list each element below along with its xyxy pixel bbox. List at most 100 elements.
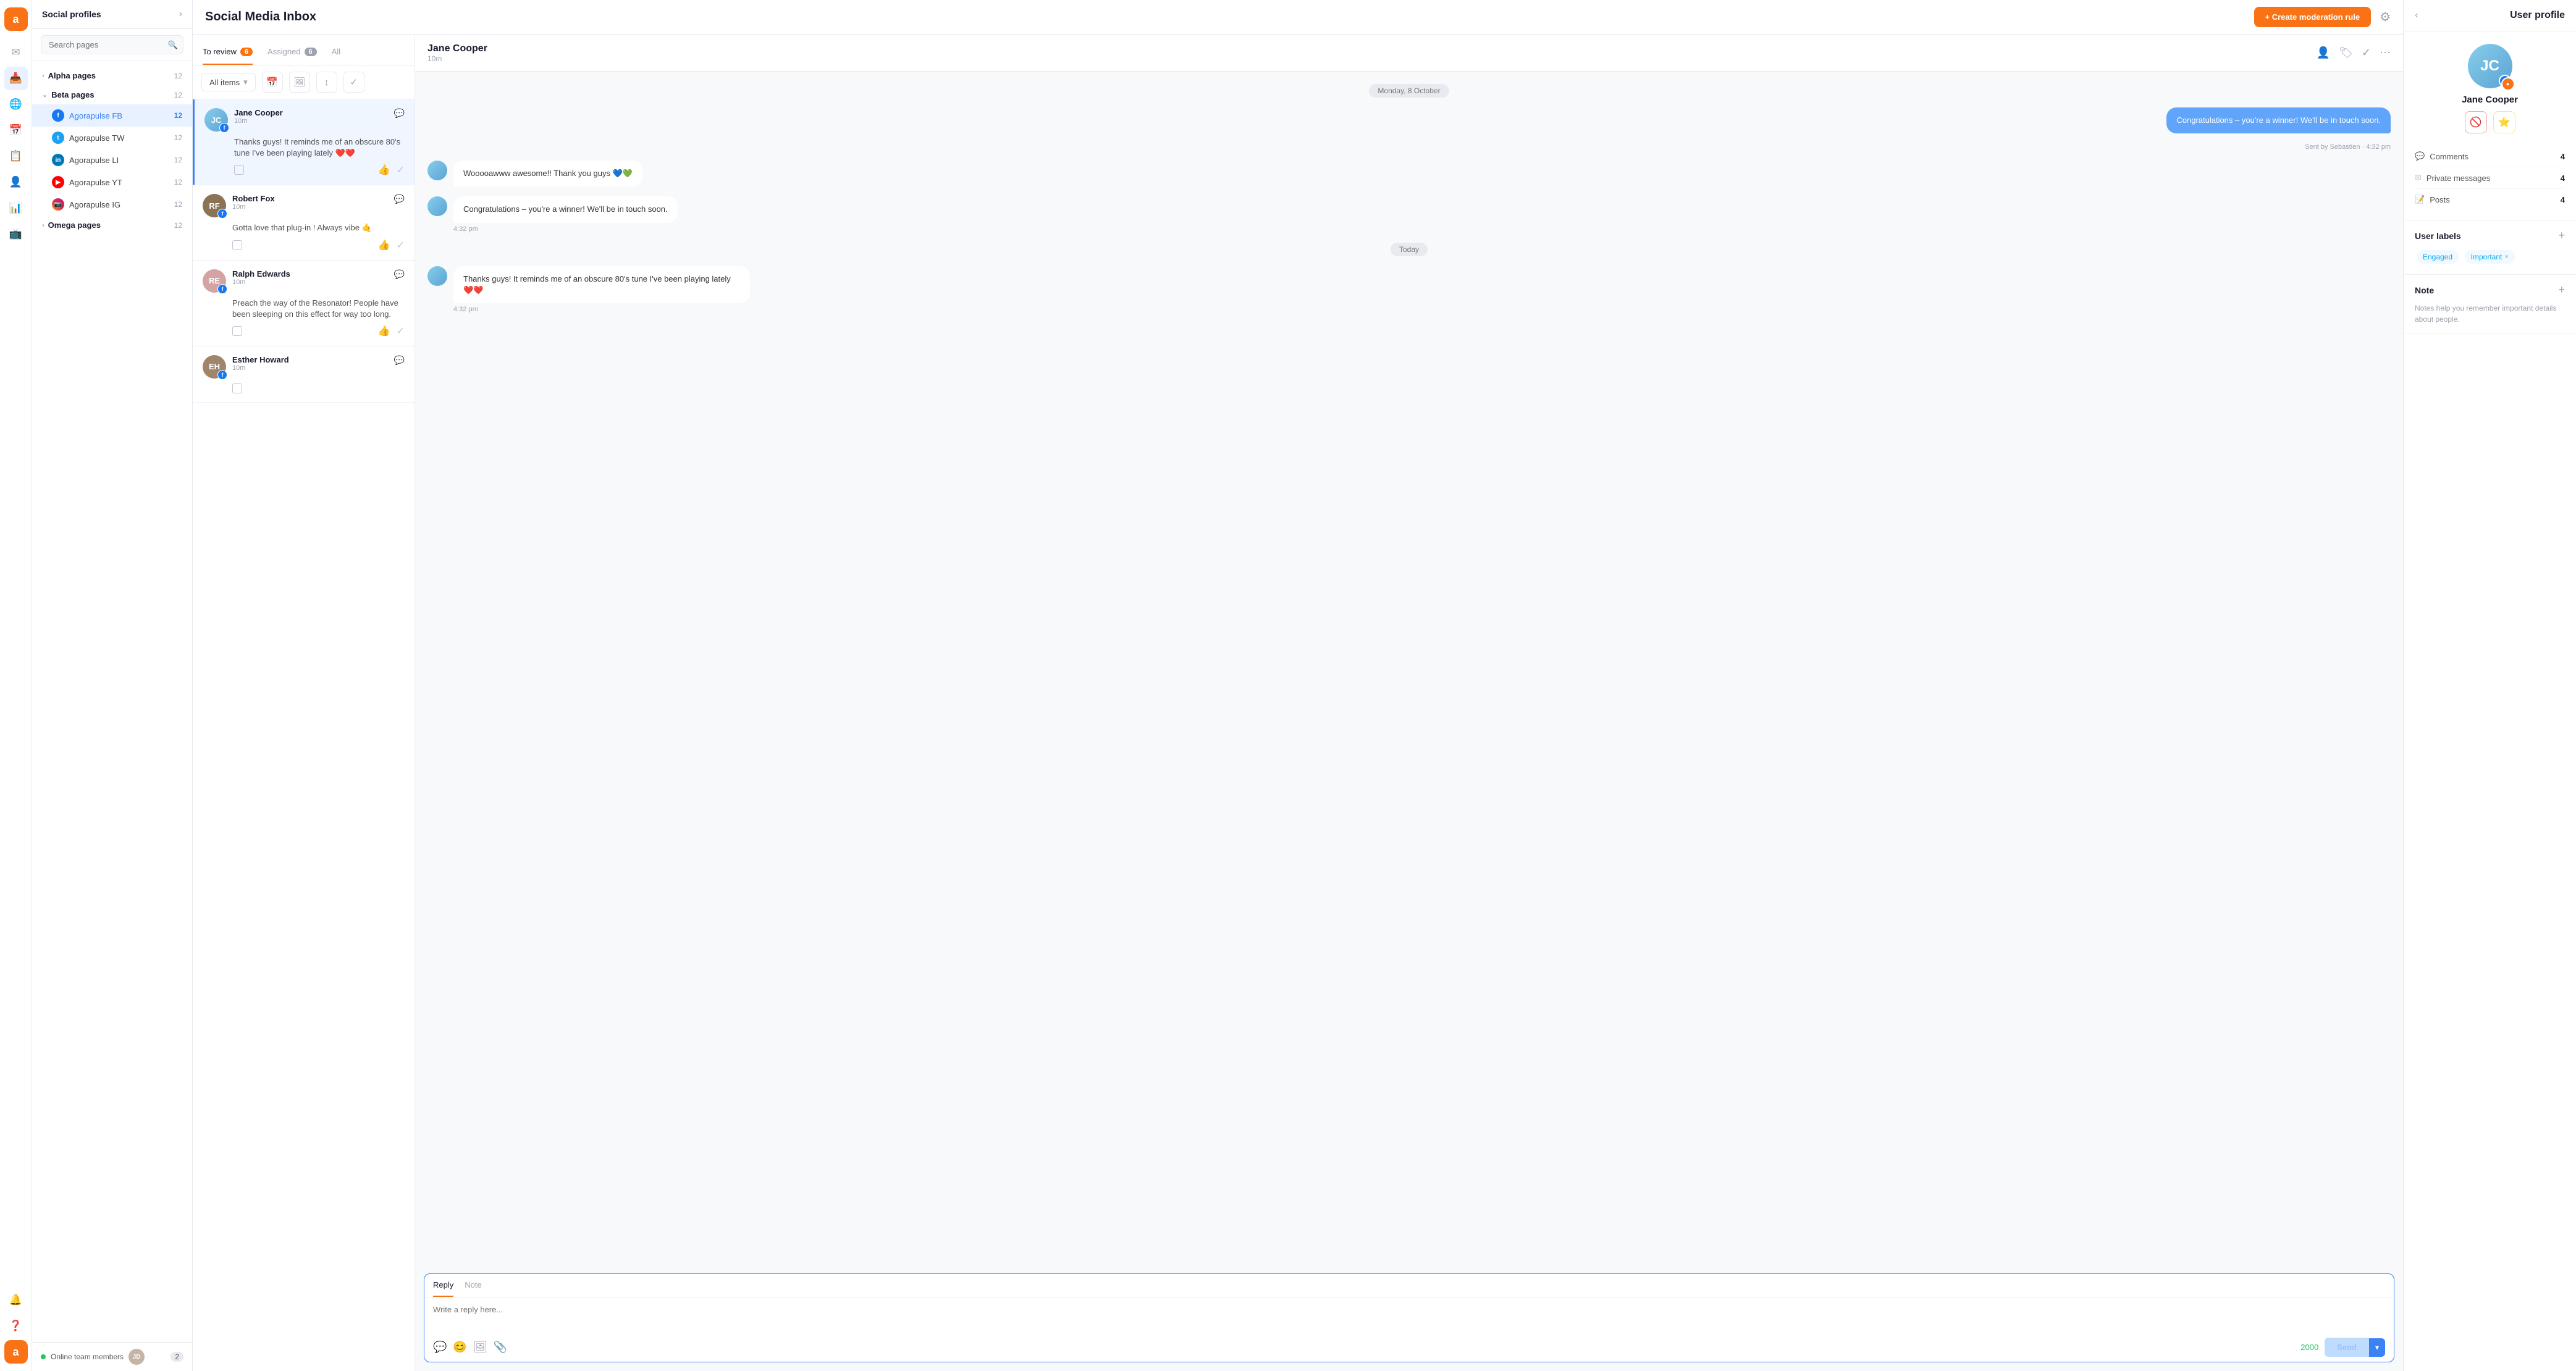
emoji-icon[interactable]: 😊 xyxy=(453,1341,466,1354)
sidebar-item-agorapulse-yt[interactable]: ▶ Agorapulse YT 12 xyxy=(32,171,192,193)
message-sent-1-meta: Sent by Sebastien · 4:32 pm xyxy=(2305,143,2391,151)
attachment-icon[interactable]: 📎 xyxy=(494,1341,507,1354)
card-sender-name: Esther Howard xyxy=(232,355,394,364)
inbox-card-ralph-edwards[interactable]: RE f Ralph Edwards 10m 💬 Preach the xyxy=(193,261,415,346)
sidebar-item-agorapulse-li[interactable]: in Agorapulse LI 12 xyxy=(32,149,192,171)
profile-online-badge: ● xyxy=(2501,77,2515,91)
stat-private-messages-label: Private messages xyxy=(2427,174,2490,183)
sidebar-item-agorapulse-ig[interactable]: 📷 Agorapulse IG 12 xyxy=(32,193,192,216)
rail-icon-compose[interactable]: ✉ xyxy=(4,41,28,64)
send-button[interactable]: Send xyxy=(2325,1338,2369,1357)
card-checkbox[interactable] xyxy=(232,384,242,393)
search-input[interactable] xyxy=(41,35,183,54)
card-time: 10m xyxy=(234,117,394,125)
filter-media-btn[interactable]: 🖼 xyxy=(289,72,310,93)
nav-group-omega-header[interactable]: › Omega pages 12 xyxy=(32,216,192,235)
tab-all[interactable]: All xyxy=(332,47,340,65)
profile-icon[interactable]: 👤 xyxy=(2317,46,2330,59)
filter-calendar-btn[interactable]: 📅 xyxy=(262,72,283,93)
card-checkbox[interactable] xyxy=(232,326,242,336)
like-icon[interactable]: 👍 xyxy=(378,325,390,337)
add-label-icon[interactable]: + xyxy=(2558,229,2565,242)
platform-badge-fb: f xyxy=(217,370,227,380)
note-placeholder: Notes help you remember important detail… xyxy=(2415,303,2565,325)
filter-sort-btn[interactable]: ↕ xyxy=(316,72,337,93)
date-chip-monday: Monday, 8 October xyxy=(1369,84,1449,98)
rail-icon-help[interactable]: ❓ xyxy=(4,1314,28,1338)
image-tool-icon[interactable]: 🖼 xyxy=(473,1341,487,1354)
rail-icon-inbox[interactable]: 📥 xyxy=(4,67,28,90)
card-reply-icon: 💬 xyxy=(394,108,405,119)
inbox-card-robert-fox[interactable]: RF f Robert Fox 10m 💬 Gotta love th xyxy=(193,185,415,260)
create-moderation-rule-button[interactable]: + Create moderation rule xyxy=(2254,7,2372,27)
conversation-panel: Jane Cooper 10m 👤 🏷 ✓ ⋯ Monday, 8 Octobe… xyxy=(415,35,2403,1371)
tab-reply[interactable]: Reply xyxy=(433,1274,453,1297)
nav-group-alpha-header[interactable]: › Alpha pages 12 xyxy=(32,66,192,85)
inbox-card-jane-cooper[interactable]: JC f Jane Cooper 10m 💬 Thanks guys! xyxy=(193,99,415,185)
label-text: Engaged xyxy=(2423,253,2452,261)
star-user-button[interactable]: ⭐ xyxy=(2493,111,2515,133)
profile-panel-header: ‹ User profile xyxy=(2404,0,2576,31)
send-dropdown-button[interactable]: ▾ xyxy=(2369,1338,2385,1357)
inbox-card-esther-howard[interactable]: EH f Esther Howard 10m 💬 xyxy=(193,346,415,403)
tab-assigned-label: Assigned xyxy=(267,47,300,56)
done-icon[interactable]: ✓ xyxy=(397,164,405,176)
message-recv-2: Congratulations – you're a winner! We'll… xyxy=(453,196,678,222)
sidebar-item-count: 12 xyxy=(174,133,182,142)
card-reply-icon: 💬 xyxy=(394,194,405,204)
rail-icon-users[interactable]: 👤 xyxy=(4,170,28,194)
card-checkbox[interactable] xyxy=(234,165,244,175)
block-user-button[interactable]: 🚫 xyxy=(2465,111,2487,133)
nav-group-alpha: › Alpha pages 12 xyxy=(32,66,192,85)
remove-label-icon[interactable]: × xyxy=(2504,253,2508,261)
sidebar-header: Social profiles › xyxy=(32,0,192,29)
inbox-filter-bar: All items ▾ 📅 🖼 ↕ ✓ xyxy=(193,65,415,99)
rail-icon-reports[interactable]: 📋 xyxy=(4,145,28,168)
rail-icon-bell[interactable]: 🔔 xyxy=(4,1288,28,1312)
settings-icon[interactable]: ⚙ xyxy=(2380,9,2391,25)
tag-icon[interactable]: 🏷 xyxy=(2339,46,2353,59)
reply-footer: 💬 😊 🖼 📎 2000 Send ▾ xyxy=(424,1333,2394,1362)
like-icon[interactable]: 👍 xyxy=(378,239,390,251)
nav-group-beta-header[interactable]: ⌄ Beta pages 12 xyxy=(32,85,192,104)
message-recv-2-time: 4:32 pm xyxy=(453,225,678,233)
done-icon[interactable]: ✓ xyxy=(397,239,405,251)
conversation-messages: Monday, 8 October Congratulations – you'… xyxy=(415,72,2403,1265)
rail-icon-calendar[interactable]: 📅 xyxy=(4,119,28,142)
message-sent-1: Congratulations – you're a winner! We'll… xyxy=(2166,107,2391,133)
rail-icon-video[interactable]: 📺 xyxy=(4,222,28,246)
message-recv-1-wrap: Wooooawww awesome!! Thank you guys 💙💚 xyxy=(427,161,2391,187)
tab-assigned[interactable]: Assigned 6 xyxy=(267,47,317,65)
message-tool-icon[interactable]: 💬 xyxy=(433,1341,447,1354)
filter-check-btn[interactable]: ✓ xyxy=(343,72,364,93)
reply-textarea[interactable] xyxy=(433,1305,2385,1323)
recv-avatar xyxy=(427,161,447,180)
tab-note[interactable]: Note xyxy=(465,1274,481,1297)
chevron-right-icon: › xyxy=(42,222,44,229)
stat-posts-value: 4 xyxy=(2561,195,2565,204)
card-time: 10m xyxy=(232,364,394,372)
card-sender-name: Ralph Edwards xyxy=(232,269,394,279)
sidebar-collapse-btn[interactable]: › xyxy=(179,9,182,20)
conversation-contact-time: 10m xyxy=(427,54,487,63)
profile-avatar-wrap: JC f ● xyxy=(2468,44,2512,88)
sidebar-item-agorapulse-tw[interactable]: t Agorapulse TW 12 xyxy=(32,127,192,149)
rail-icon-global[interactable]: 🌐 xyxy=(4,93,28,116)
rail-icon-stats[interactable]: 📊 xyxy=(4,196,28,220)
like-icon[interactable]: 👍 xyxy=(378,164,390,176)
sidebar-item-agorapulse-fb[interactable]: f Agorapulse FB 12 xyxy=(32,104,192,127)
card-checkbox[interactable] xyxy=(232,240,242,250)
all-items-filter[interactable]: All items ▾ xyxy=(201,73,256,91)
done-icon[interactable]: ✓ xyxy=(397,325,405,337)
reply-input-area xyxy=(424,1298,2394,1333)
tab-to-review[interactable]: To review 6 xyxy=(203,47,253,65)
more-options-icon[interactable]: ⋯ xyxy=(2380,46,2391,59)
sidebar-item-count: 12 xyxy=(174,111,182,120)
reply-tabs: Reply Note xyxy=(424,1274,2394,1298)
add-note-icon[interactable]: + xyxy=(2558,283,2565,296)
back-icon[interactable]: ‹ xyxy=(2415,10,2418,21)
char-count: 2000 xyxy=(2300,1343,2318,1352)
check-circle-icon[interactable]: ✓ xyxy=(2362,46,2371,59)
platform-icon-fb: f xyxy=(52,109,64,122)
platform-badge-fb: f xyxy=(219,123,229,133)
